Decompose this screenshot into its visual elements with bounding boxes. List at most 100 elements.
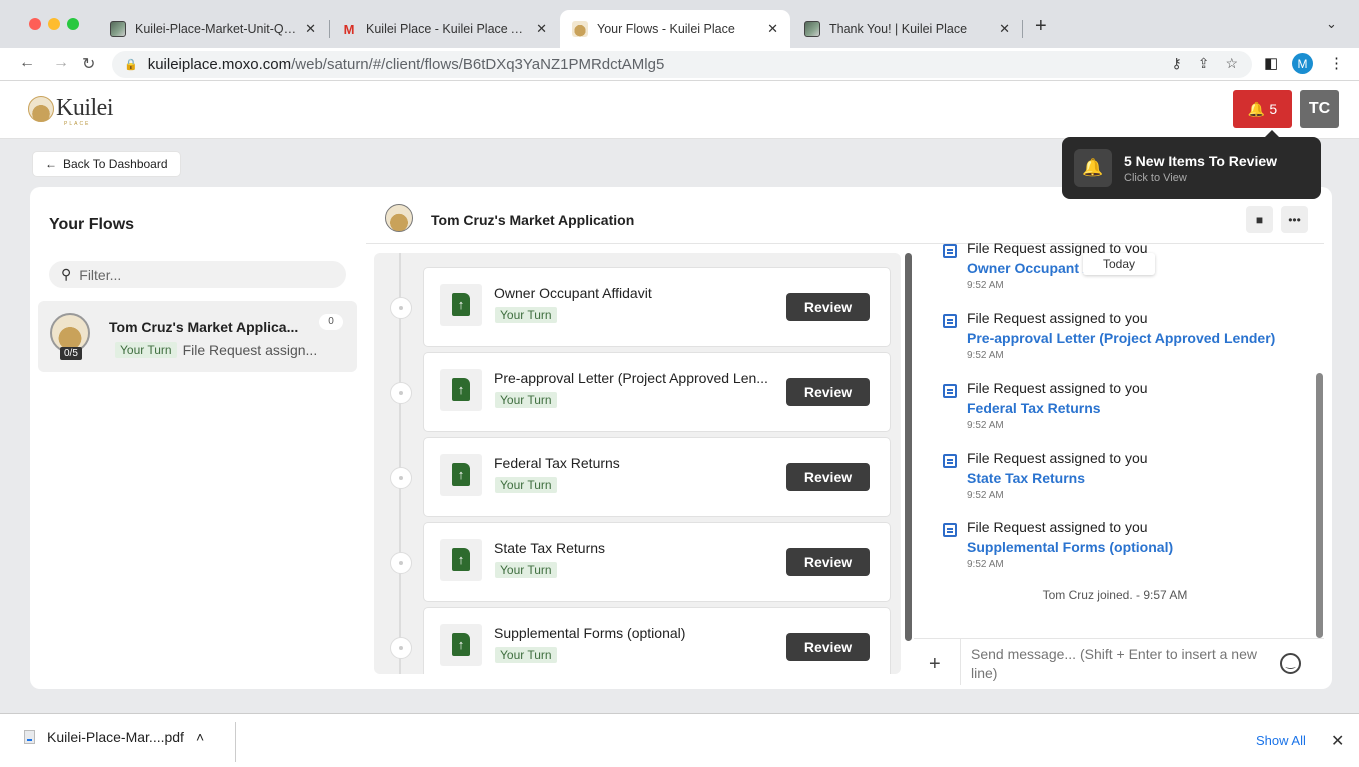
back-to-dashboard-button[interactable]: ← Back To Dashboard (33, 152, 180, 176)
status-badge: Your Turn (495, 392, 557, 408)
flow-progress: 0/5 (60, 347, 82, 360)
feed-file-link[interactable]: Federal Tax Returns (967, 400, 1101, 416)
browser-menu-icon[interactable]: ⋮ (1329, 54, 1344, 72)
tab-search-icon[interactable]: ⌄ (1326, 16, 1337, 32)
bell-icon: 🔔 (1074, 149, 1112, 187)
review-button[interactable]: Review (786, 293, 870, 321)
notification-toast[interactable]: 🔔 5 New Items To Review Click to View (1062, 130, 1321, 199)
feed-timestamp: 9:52 AM (967, 420, 1004, 431)
feed-timestamp: 9:52 AM (967, 350, 1004, 361)
step-marker (390, 467, 412, 489)
window-zoom-button[interactable] (67, 18, 79, 30)
review-button[interactable]: Review (786, 548, 870, 576)
flow-title: Tom Cruz's Market Application (431, 212, 635, 228)
bookmark-star-icon[interactable]: ☆ (1225, 55, 1238, 72)
review-button[interactable]: Review (786, 463, 870, 491)
system-message: Tom Cruz joined. - 9:57 AM (1042, 588, 1188, 602)
feed-timestamp: 9:52 AM (967, 559, 1004, 570)
browser-tab[interactable]: Thank You! | Kuilei Place ✕ (792, 10, 1022, 48)
status-badge: Your Turn (495, 477, 557, 493)
composer-divider (960, 639, 961, 685)
file-upload-icon: ↑ (440, 539, 482, 581)
video-call-icon[interactable]: ■ (1246, 206, 1273, 233)
feed-scrollbar[interactable] (1316, 373, 1323, 638)
message-input[interactable] (971, 645, 1271, 683)
feed-file-link[interactable]: State Tax Returns (967, 470, 1085, 486)
kuilei-logo[interactable]: Kuilei (28, 95, 114, 122)
arrow-left-icon: ← (45, 157, 57, 171)
document-icon (943, 523, 957, 537)
message-composer: + ‿ (914, 638, 1324, 685)
unread-count-badge: 0 (319, 314, 343, 330)
step-card[interactable]: ↑ Owner Occupant Affidavit Your Turn Rev… (424, 268, 890, 346)
window-minimize-button[interactable] (48, 18, 60, 30)
step-marker (390, 637, 412, 659)
browser-tab-active[interactable]: Your Flows - Kuilei Place ✕ (560, 10, 790, 48)
step-card[interactable]: ↑ State Tax Returns Your Turn Review (424, 523, 890, 601)
step-marker (390, 382, 412, 404)
step-card[interactable]: ↑ Pre-approval Letter (Project Approved … (424, 353, 890, 431)
share-icon[interactable]: ⇪ (1198, 55, 1210, 72)
flow-logo-icon (385, 204, 413, 232)
file-upload-icon: ↑ (440, 284, 482, 326)
bell-icon: 🔔 (1247, 100, 1266, 117)
show-all-button[interactable]: Show All (1256, 733, 1306, 748)
toast-title: 5 New Items To Review (1124, 153, 1278, 169)
flow-steps: ↑ Owner Occupant Affidavit Your Turn Rev… (374, 253, 901, 674)
feed-file-link[interactable]: Pre-approval Letter (Project Approved Le… (967, 330, 1275, 346)
close-icon[interactable]: ✕ (1331, 731, 1344, 751)
gmail-icon: M (343, 21, 355, 37)
browser-toolbar: ← → ↻ 🔒 kuileiplace.moxo.com /web/saturn… (0, 48, 1359, 81)
tab-close-icon[interactable]: ✕ (536, 21, 547, 37)
flow-name: Tom Cruz's Market Applica... (109, 319, 299, 335)
step-card[interactable]: ↑ Federal Tax Returns Your Turn Review (424, 438, 890, 516)
window-close-button[interactable] (29, 18, 41, 30)
new-tab-button[interactable]: + (1035, 15, 1047, 38)
notifications-button[interactable]: 🔔 5 (1233, 90, 1292, 128)
feed-file-link[interactable]: Supplemental Forms (optional) (967, 539, 1173, 555)
file-upload-icon: ↑ (440, 369, 482, 411)
step-name: State Tax Returns (494, 540, 606, 556)
tab-close-icon[interactable]: ✕ (999, 21, 1010, 37)
filter-input[interactable]: ⚲ Filter... (49, 261, 346, 288)
back-arrow-icon[interactable]: ← (19, 54, 35, 72)
browser-tab[interactable]: M Kuilei Place - Kuilei Place Admi ✕ (329, 10, 559, 48)
document-icon (943, 384, 957, 398)
feed-item: File Request assigned to you Supplementa… (930, 519, 1314, 581)
tab-close-icon[interactable]: ✕ (767, 21, 778, 37)
forward-arrow-icon[interactable]: → (53, 54, 69, 72)
chevron-up-icon[interactable]: ˄ (196, 729, 204, 745)
flow-list-item[interactable]: 0/5 Tom Cruz's Market Applica... 0 Your … (38, 301, 357, 372)
flows-title: Your Flows (49, 216, 135, 233)
tab-divider (1022, 20, 1023, 38)
tab-close-icon[interactable]: ✕ (305, 21, 316, 37)
reload-icon[interactable]: ↻ (82, 54, 95, 74)
user-avatar[interactable]: TC (1300, 90, 1339, 128)
steps-scrollbar[interactable] (905, 253, 912, 641)
review-button[interactable]: Review (786, 633, 870, 661)
lock-icon: 🔒 (124, 59, 138, 71)
document-icon (943, 314, 957, 328)
step-name: Supplemental Forms (optional) (494, 625, 686, 641)
tab-favicon-icon (110, 21, 126, 37)
status-badge: Your Turn (115, 342, 177, 358)
step-card[interactable]: ↑ Supplemental Forms (optional) Your Tur… (424, 608, 890, 674)
more-options-icon[interactable]: ••• (1281, 206, 1308, 233)
side-panel-icon[interactable]: ◧ (1264, 54, 1278, 72)
browser-tab-strip: Kuilei-Place-Market-Unit-QRA ✕ M Kuilei … (0, 0, 1359, 48)
download-item[interactable]: Kuilei-Place-Mar....pdf ˄ (24, 729, 204, 745)
tab-favicon-icon (572, 21, 588, 37)
flow-thumbnail: 0/5 (50, 313, 92, 360)
tab-favicon-icon (804, 21, 820, 37)
key-icon[interactable]: ⚷ (1171, 55, 1181, 72)
emoji-icon[interactable]: ‿ (1280, 653, 1301, 674)
date-separator-chip: Today (1083, 253, 1155, 275)
browser-tab[interactable]: Kuilei-Place-Market-Unit-QRA ✕ (98, 10, 328, 48)
download-divider (235, 722, 236, 762)
browser-profile-avatar[interactable]: M (1292, 53, 1313, 74)
address-bar[interactable]: 🔒 kuileiplace.moxo.com /web/saturn/#/cli… (112, 51, 1252, 78)
feed-item: File Request assigned to you Pre-approva… (930, 310, 1314, 372)
attach-plus-icon[interactable]: + (929, 653, 941, 676)
review-button[interactable]: Review (786, 378, 870, 406)
file-upload-icon: ↑ (440, 624, 482, 666)
